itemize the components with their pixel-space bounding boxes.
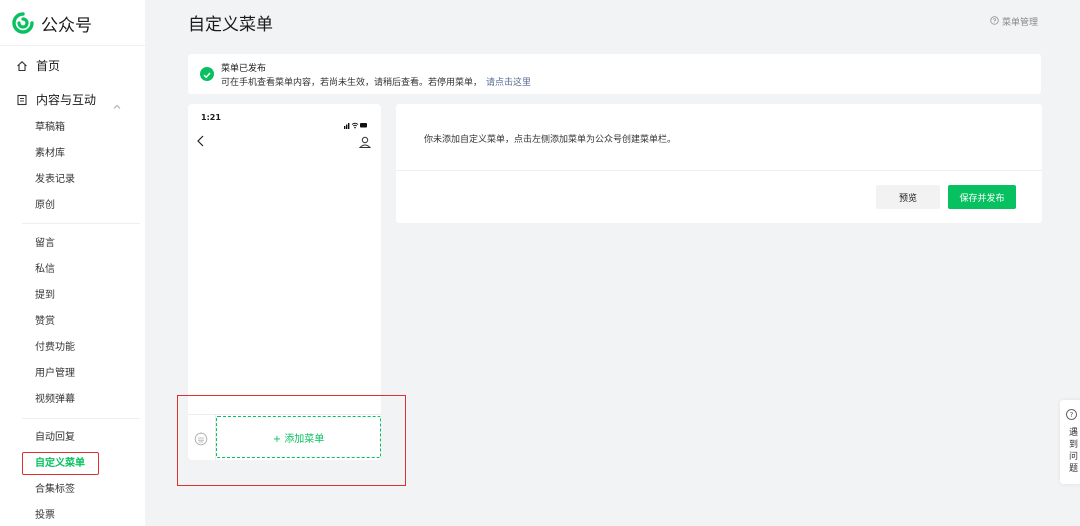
sidebar-item-home[interactable]: 首页 <box>16 57 60 74</box>
chevron-left-icon[interactable] <box>195 133 207 147</box>
status-bar-icons <box>344 114 368 129</box>
divider <box>22 418 140 419</box>
notice-body-text: 可在手机查看菜单内容，若尚未生效，请稍后查看。若停用菜单， <box>221 78 483 88</box>
user-icon[interactable] <box>358 134 372 148</box>
sidebar-item-original[interactable]: 原创 <box>35 199 55 213</box>
menu-editor-panel: 你未添加自定义菜单，点击左侧添加菜单为公众号创建菜单栏。 预览 保存并发布 <box>396 104 1042 223</box>
disable-menu-link[interactable]: 请点击这里 <box>486 78 531 88</box>
notice-body: 可在手机查看菜单内容，若尚未生效，请稍后查看。若停用菜单， 请点击这里 <box>221 75 531 88</box>
divider <box>0 45 145 46</box>
sidebar-item-user-management[interactable]: 用户管理 <box>35 367 75 381</box>
sidebar-item-mentions[interactable]: 提到 <box>35 289 55 303</box>
page-title: 自定义菜单 <box>188 15 273 35</box>
floating-help-button[interactable]: ? 遇到问题 <box>1060 400 1080 484</box>
sidebar-item-messages[interactable]: 私信 <box>35 263 55 277</box>
sidebar-item-appreciation[interactable]: 赞赏 <box>35 315 55 329</box>
sidebar-item-content-interaction[interactable]: 内容与互动 <box>16 91 96 108</box>
wechat-official-logo-icon <box>12 12 34 34</box>
help-link-label: 菜单管理 <box>1001 18 1038 28</box>
document-icon <box>16 94 28 106</box>
notice-title: 菜单已发布 <box>221 64 267 74</box>
divider <box>22 223 140 224</box>
help-circle-icon: ? <box>1066 409 1077 420</box>
preview-button[interactable]: 预览 <box>876 185 940 209</box>
sidebar-item-voting[interactable]: 投票 <box>35 509 55 523</box>
highlight-box <box>177 395 406 486</box>
home-icon <box>16 60 28 72</box>
floating-help-label: 遇到问题 <box>1069 428 1079 474</box>
divider <box>396 170 1042 171</box>
phone-time: 1:21 <box>201 113 221 122</box>
sidebar-item-materials[interactable]: 素材库 <box>35 147 65 161</box>
highlight-box-sidebar <box>22 452 99 475</box>
chevron-up-icon[interactable] <box>113 96 121 109</box>
sidebar-item-comments[interactable]: 留言 <box>35 237 55 251</box>
sidebar-item-label: 内容与互动 <box>36 93 97 107</box>
sidebar-item-label: 首页 <box>36 59 61 73</box>
logo-text: 公众号 <box>41 15 92 36</box>
check-circle-icon <box>200 67 214 81</box>
sidebar-item-collection-tags[interactable]: 合集标签 <box>35 483 75 497</box>
sidebar-item-video-danmaku[interactable]: 视频弹幕 <box>35 393 75 407</box>
save-and-publish-button[interactable]: 保存并发布 <box>948 185 1016 209</box>
sidebar-item-drafts[interactable]: 草稿箱 <box>35 121 65 135</box>
help-circle-icon <box>990 15 999 28</box>
publish-notice: 菜单已发布 可在手机查看菜单内容，若尚未生效，请稍后查看。若停用菜单， 请点击这里 <box>188 54 1041 94</box>
sidebar-item-auto-reply[interactable]: 自动回复 <box>35 431 75 445</box>
menu-management-link[interactable]: 菜单管理 <box>990 15 1038 28</box>
sidebar-item-publish-records[interactable]: 发表记录 <box>35 173 75 187</box>
empty-menu-description: 你未添加自定义菜单，点击左侧添加菜单为公众号创建菜单栏。 <box>424 135 677 145</box>
sidebar-item-paid-features[interactable]: 付费功能 <box>35 341 75 355</box>
logo[interactable]: 公众号 <box>12 10 92 36</box>
sidebar: 公众号 首页 内容与互动 草稿箱 素材库 发表记录 原创 留言 私信 提到 赞赏… <box>0 0 145 526</box>
